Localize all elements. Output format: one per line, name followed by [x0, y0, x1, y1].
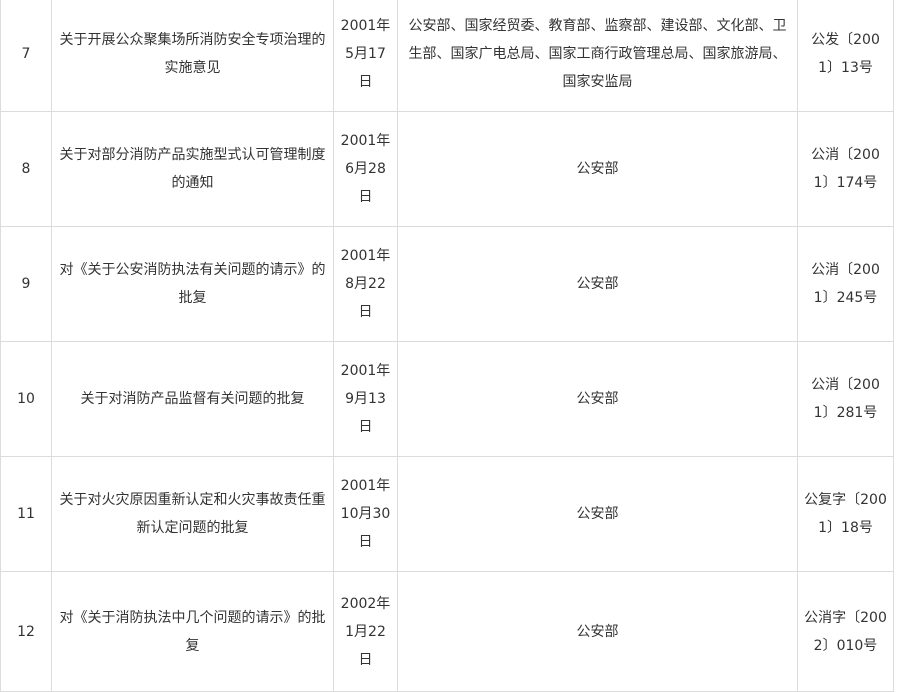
issuing-authority: 公安部、国家经贸委、教育部、监察部、建设部、文化部、卫生部、国家广电总局、国家工…	[397, 0, 798, 112]
issue-date: 2001年6月28日	[333, 111, 398, 227]
issue-date: 2001年9月13日	[333, 341, 398, 457]
issuing-authority: 公安部	[397, 571, 798, 692]
table-row: 9 对《关于公安消防执法有关问题的请示》的批复 2001年8月22日 公安部 公…	[0, 226, 894, 342]
document-title: 关于对火灾原因重新认定和火灾事故责任重新认定问题的批复	[51, 456, 334, 572]
issue-date: 2001年10月30日	[333, 456, 398, 572]
issuing-authority: 公安部	[397, 226, 798, 342]
document-number: 公消〔2001〕174号	[797, 111, 894, 227]
row-number: 12	[0, 571, 52, 692]
issuing-authority: 公安部	[397, 111, 798, 227]
document-title: 关于开展公众聚集场所消防安全专项治理的实施意见	[51, 0, 334, 112]
issuing-authority: 公安部	[397, 341, 798, 457]
document-title: 对《关于公安消防执法有关问题的请示》的批复	[51, 226, 334, 342]
table-row: 8 关于对部分消防产品实施型式认可管理制度的通知 2001年6月28日 公安部 …	[0, 111, 894, 227]
table-row: 11 关于对火灾原因重新认定和火灾事故责任重新认定问题的批复 2001年10月3…	[0, 456, 894, 572]
row-number: 7	[0, 0, 52, 112]
row-number: 8	[0, 111, 52, 227]
issuing-authority: 公安部	[397, 456, 798, 572]
issue-date: 2001年8月22日	[333, 226, 398, 342]
row-number: 11	[0, 456, 52, 572]
document-title: 关于对部分消防产品实施型式认可管理制度的通知	[51, 111, 334, 227]
issue-date: 2002年1月22日	[333, 571, 398, 692]
row-number: 9	[0, 226, 52, 342]
document-number: 公消〔2001〕281号	[797, 341, 894, 457]
document-title: 关于对消防产品监督有关问题的批复	[51, 341, 334, 457]
table-row: 7 关于开展公众聚集场所消防安全专项治理的实施意见 2001年5月17日 公安部…	[0, 0, 894, 112]
document-number: 公复字〔2001〕18号	[797, 456, 894, 572]
table-row: 10 关于对消防产品监督有关问题的批复 2001年9月13日 公安部 公消〔20…	[0, 341, 894, 457]
document-number: 公发〔2001〕13号	[797, 0, 894, 112]
table-row: 12 对《关于消防执法中几个问题的请示》的批复 2002年1月22日 公安部 公…	[0, 571, 894, 692]
issue-date: 2001年5月17日	[333, 0, 398, 112]
document-number: 公消字〔2002〕010号	[797, 571, 894, 692]
row-number: 10	[0, 341, 52, 457]
regulations-table: 7 关于开展公众聚集场所消防安全专项治理的实施意见 2001年5月17日 公安部…	[0, 0, 894, 692]
document-number: 公消〔2001〕245号	[797, 226, 894, 342]
document-title: 对《关于消防执法中几个问题的请示》的批复	[51, 571, 334, 692]
